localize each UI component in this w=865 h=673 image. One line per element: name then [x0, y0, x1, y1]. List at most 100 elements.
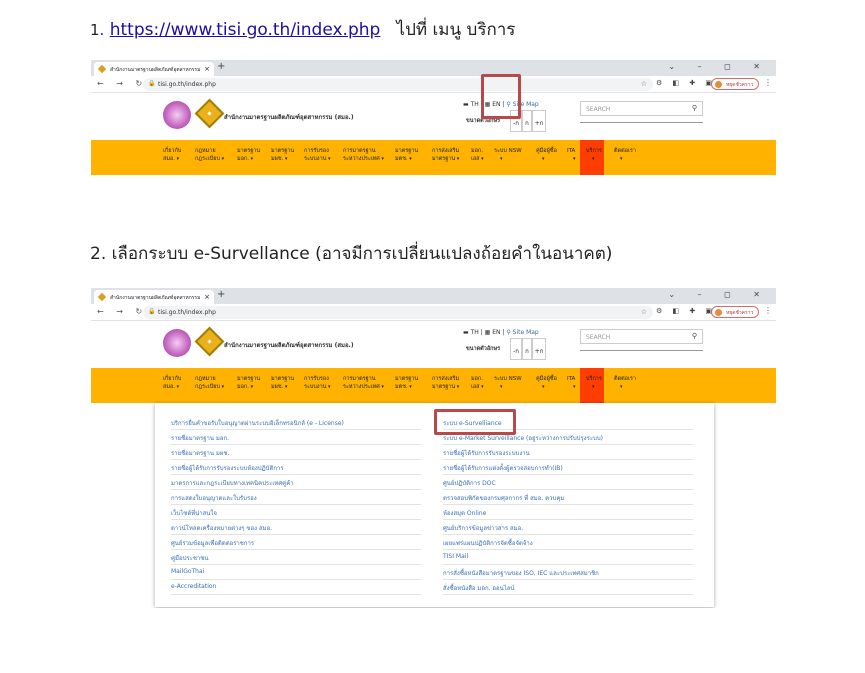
nav-item-11[interactable]: ITA ▾ — [567, 147, 576, 163]
profile-button[interactable]: หยุดชั่วคราว — [711, 306, 760, 318]
dropdown-item[interactable]: รายชื่อผู้ได้รับการแต่งตั้งผู้ตรวจสอบการ… — [443, 460, 693, 475]
nav-item-5[interactable]: การมาตรฐาน ระหว่างประเทศ ▾ — [343, 147, 384, 163]
sitemap-link[interactable]: ⚲ Site Map — [506, 329, 538, 336]
nav-item-label: กฎหมาย — [195, 148, 216, 154]
dropdown-item[interactable]: มาตรการและกฎระเบียบทางเทคนิคประเทศคู่ค้า — [171, 475, 421, 490]
nav-item-label: การมาตรฐาน — [343, 148, 376, 154]
font-normal-button[interactable]: ก — [522, 110, 532, 132]
nav-item-0[interactable]: เกี่ยวกับ สมอ. ▾ — [163, 147, 181, 163]
chevron-down-icon: ▾ — [479, 384, 484, 390]
avatar — [715, 81, 722, 88]
new-tab-icon[interactable]: + — [217, 61, 225, 72]
nav-item-11[interactable]: ITA ▾ — [567, 375, 576, 391]
dropdown-item[interactable]: รายชื่อผู้ได้รับการรับรองระบบงาน — [443, 445, 693, 460]
nav-item-4[interactable]: การรับรอง ระบบงาน ▾ — [304, 147, 331, 163]
search-icon[interactable]: ⚲ — [692, 332, 697, 340]
dropdown-item[interactable]: สั่งซื้อหนังสือ มอก. ออนไลน์ — [443, 580, 693, 595]
nav-item-2[interactable]: มาตรฐาน มอก. ▾ — [237, 147, 260, 163]
dropdown-item[interactable]: ห้องสมุด Online — [443, 505, 693, 520]
nav-item-sublabel: มตช. — [395, 384, 408, 390]
menu-icon[interactable]: ⋮ — [764, 306, 772, 315]
nav-item-12[interactable]: บริการ ▾ — [586, 375, 602, 391]
nav-item-8[interactable]: มอก. เอส ▾ — [471, 375, 484, 391]
step-1-instruction: 1. https://www.tisi.go.th/index.php ไปที… — [90, 16, 515, 43]
nav-item-2[interactable]: มาตรฐาน มอก. ▾ — [237, 375, 260, 391]
nav-item-1[interactable]: กฎหมาย กฎระเบียบ ▾ — [195, 147, 224, 163]
chevron-down-icon: ▾ — [620, 156, 623, 162]
url-input[interactable]: 🔒 tisi.go.th/index.php ☆ — [143, 78, 653, 91]
nav-item-label: เกี่ยวกับ — [163, 376, 182, 382]
window-controls-icon[interactable]: ⌄ – ◻ ✕ — [668, 62, 770, 71]
nav-item-10[interactable]: คู่มือผู้ซื้อ ▾ — [536, 375, 557, 391]
lang-en[interactable]: EN — [492, 329, 500, 336]
nav-item-13[interactable]: ติดต่อเรา ▾ — [614, 375, 636, 391]
nav-item-6[interactable]: มาตรฐาน มตช. ▾ — [395, 147, 418, 163]
dropdown-item[interactable]: บริการยื่นคำขอรับใบอนุญาตผ่านระบบอิเล็กท… — [171, 415, 421, 430]
browser-tab[interactable]: สำนักงานมาตรฐานผลิตภัณฑ์อุตสาหกรรม × — [94, 290, 214, 304]
font-large-button[interactable]: +ก — [532, 110, 546, 132]
dropdown-item[interactable]: เผยแพร่แผนปฏิบัติการจัดซื้อจัดจ้าง — [443, 535, 693, 550]
lang-th[interactable]: TH — [471, 101, 479, 108]
url-input[interactable]: 🔒 tisi.go.th/index.php ☆ — [143, 306, 653, 319]
nav-item-13[interactable]: ติดต่อเรา ▾ — [614, 147, 636, 163]
nav-item-7[interactable]: การส่งเสริม มาตรฐาน ▾ — [432, 147, 459, 163]
menu-icon[interactable]: ⋮ — [764, 78, 772, 87]
nav-item-3[interactable]: มาตรฐาน มผช. ▾ — [271, 147, 294, 163]
extensions-icon[interactable]: ⚙ ◧ ✚ ▣ — [656, 307, 716, 315]
dropdown-item[interactable]: เว็บไซต์ที่น่าสนใจ — [171, 505, 421, 520]
nav-item-label: ระบบ NSW — [494, 148, 522, 154]
nav-item-9[interactable]: ระบบ NSW ▾ — [494, 375, 522, 391]
dropdown-item[interactable]: ศูนย์บริการข้อมูลข่าวสาร สมอ. — [443, 520, 693, 535]
nav-item-10[interactable]: คู่มือผู้ซื้อ ▾ — [536, 147, 557, 163]
nav-buttons-icon[interactable]: ← → ↻ — [97, 307, 147, 316]
dropdown-item[interactable]: ตรวจสอบพิกัดของกรมศุลกากร ที่ สมอ. ควบคุ… — [443, 490, 693, 505]
font-large-button[interactable]: +ก — [532, 338, 546, 360]
nav-item-0[interactable]: เกี่ยวกับ สมอ. ▾ — [163, 375, 181, 391]
profile-button[interactable]: หยุดชั่วคราว — [711, 78, 760, 90]
dropdown-item[interactable]: รายชื่อผู้ได้รับการรับรองระบบห้องปฏิบัติ… — [171, 460, 421, 475]
close-icon[interactable]: × — [204, 293, 210, 301]
dropdown-item[interactable]: TISI Mail — [443, 550, 693, 565]
highlight-services-menu — [481, 74, 521, 119]
extensions-icon[interactable]: ⚙ ◧ ✚ ▣ — [656, 79, 716, 87]
nav-item-9[interactable]: ระบบ NSW ▾ — [494, 147, 522, 163]
lang-th[interactable]: TH — [471, 329, 479, 336]
window-controls-icon[interactable]: ⌄ – ◻ ✕ — [668, 290, 770, 299]
dropdown-item[interactable]: คู่มือประชาชน — [171, 550, 421, 565]
dropdown-item[interactable]: การแสดงใบอนุญาตและใบรับรอง — [171, 490, 421, 505]
new-tab-icon[interactable]: + — [217, 289, 225, 300]
dropdown-item[interactable]: MailGoThai — [171, 565, 421, 580]
nav-item-4[interactable]: การรับรอง ระบบงาน ▾ — [304, 375, 331, 391]
nav-item-1[interactable]: กฎหมาย กฎระเบียบ ▾ — [195, 375, 224, 391]
dropdown-item[interactable]: e-Accreditation — [171, 580, 421, 595]
nav-item-8[interactable]: มอก. เอส ▾ — [471, 147, 484, 163]
search-input[interactable]: SEARCH ⚲ — [580, 101, 703, 116]
nav-item-label: มาตรฐาน — [271, 376, 295, 382]
nav-item-3[interactable]: มาตรฐาน มผช. ▾ — [271, 375, 294, 391]
dropdown-item[interactable]: รายชื่อมาตรฐาน มผช. — [171, 445, 421, 460]
dropdown-item[interactable]: รายชื่อมาตรฐาน มอก. — [171, 430, 421, 445]
dropdown-item[interactable]: ดาวน์โหลดเครื่องหมายต่างๆ ของ สมอ. — [171, 520, 421, 535]
nav-item-5[interactable]: การมาตรฐาน ระหว่างประเทศ ▾ — [343, 375, 384, 391]
close-icon[interactable]: × — [204, 65, 210, 73]
dropdown-item[interactable]: ศูนย์ปฏิบัติการ DOC — [443, 475, 693, 490]
chevron-down-icon: ▾ — [573, 156, 576, 162]
font-normal-button[interactable]: ก — [522, 338, 532, 360]
tisi-link[interactable]: https://www.tisi.go.th/index.php — [110, 20, 381, 40]
nav-item-sublabel: ระหว่างประเทศ — [343, 156, 380, 162]
font-small-button[interactable]: -ก — [510, 338, 522, 360]
dropdown-item[interactable]: ศูนย์รวมข้อมูลเพื่อติดต่อราชการ — [171, 535, 421, 550]
site-header: สำนักงานมาตรฐานผลิตภัณฑ์อุตสาหกรรม (สมอ.… — [91, 93, 776, 140]
dropdown-item[interactable]: การสั่งซื้อหนังสือมาตรฐานของ ISO, IEC แล… — [443, 565, 693, 580]
nav-buttons-icon[interactable]: ← → ↻ — [97, 79, 147, 88]
sitemap-label: Site Map — [512, 329, 539, 336]
browser-tab[interactable]: สำนักงานมาตรฐานผลิตภัณฑ์อุตสาหกรรม × — [94, 62, 214, 76]
profile-label: หยุดชั่วคราว — [726, 310, 754, 316]
star-icon[interactable]: ☆ — [641, 80, 647, 88]
nav-item-6[interactable]: มาตรฐาน มตช. ▾ — [395, 375, 418, 391]
search-input[interactable]: SEARCH ⚲ — [580, 329, 703, 344]
nav-item-12[interactable]: บริการ ▾ — [586, 147, 602, 163]
nav-item-7[interactable]: การส่งเสริม มาตรฐาน ▾ — [432, 375, 459, 391]
star-icon[interactable]: ☆ — [641, 308, 647, 316]
search-icon[interactable]: ⚲ — [692, 104, 697, 112]
